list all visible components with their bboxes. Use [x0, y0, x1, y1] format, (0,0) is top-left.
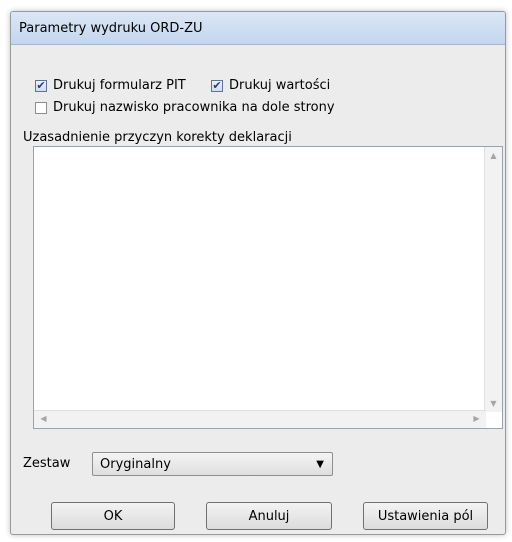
- checkmark-icon: ✔: [36, 79, 46, 92]
- scroll-right-icon[interactable]: ▶: [469, 414, 484, 423]
- print-employee-name-checkbox-row[interactable]: Drukuj nazwisko pracownika na dole stron…: [35, 100, 335, 115]
- ok-button[interactable]: OK: [51, 502, 175, 530]
- scroll-down-icon[interactable]: ▼: [486, 399, 501, 408]
- justification-label: Uzasadnienie przyczyn korekty deklaracji: [23, 130, 292, 145]
- dropdown-arrow-icon: ▼: [316, 458, 324, 470]
- cancel-button[interactable]: Anuluj: [206, 502, 332, 530]
- print-pit-checkbox-row[interactable]: ✔ Drukuj formularz PIT: [35, 78, 186, 93]
- print-parameters-dialog: Parametry wydruku ORD-ZU ✔ Drukuj formul…: [10, 11, 506, 535]
- set-selected-value: Oryginalny: [100, 456, 171, 472]
- horizontal-scrollbar[interactable]: ◀ ▶: [34, 410, 486, 428]
- justification-label-text: Uzasadnienie przyczyn korekty deklaracji: [23, 130, 292, 145]
- print-values-checkbox-row[interactable]: ✔ Drukuj wartości: [211, 78, 330, 93]
- print-pit-label: Drukuj formularz PIT: [53, 78, 186, 93]
- set-label: Zestaw: [23, 456, 70, 471]
- vertical-scrollbar[interactable]: ▲ ▼: [484, 147, 502, 412]
- justification-textarea[interactable]: ▲ ▼ ◀ ▶: [33, 146, 503, 429]
- scroll-left-icon[interactable]: ◀: [36, 414, 51, 423]
- title-bar: Parametry wydruku ORD-ZU: [11, 12, 505, 45]
- print-employee-name-checkbox[interactable]: [35, 101, 47, 114]
- print-employee-name-label: Drukuj nazwisko pracownika na dole stron…: [53, 100, 335, 115]
- window-title: Parametry wydruku ORD-ZU: [19, 20, 203, 36]
- field-settings-button[interactable]: Ustawienia pól: [363, 502, 488, 530]
- set-select[interactable]: Oryginalny ▼: [92, 452, 333, 476]
- set-label-text: Zestaw: [23, 456, 71, 471]
- scroll-up-icon[interactable]: ▲: [486, 151, 501, 160]
- print-pit-checkbox[interactable]: ✔: [35, 79, 47, 92]
- print-values-label: Drukuj wartości: [229, 78, 331, 93]
- print-values-checkbox[interactable]: ✔: [211, 79, 223, 92]
- checkmark-icon: ✔: [212, 79, 222, 92]
